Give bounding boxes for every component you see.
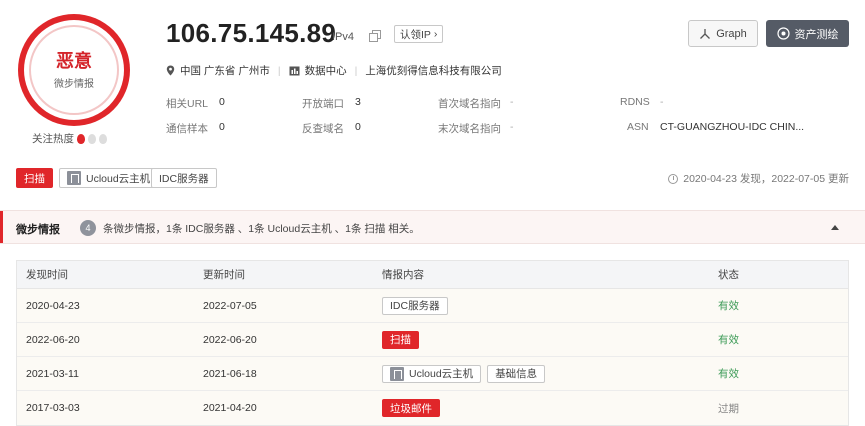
- discovery-dates-text: 2020-04-23 发现，2022-07-05 更新: [683, 173, 849, 185]
- intel-table: 发现时间 更新时间 情报内容 状态 2020-04-23 2022-07-05 …: [16, 260, 849, 426]
- cell-updated: 2021-06-18: [203, 367, 257, 380]
- divider: |: [354, 64, 358, 77]
- cell-found: 2017-03-03: [26, 402, 80, 414]
- cell-found: 2020-04-23: [26, 299, 80, 312]
- ip-version: IPv4: [332, 31, 355, 43]
- stat-related-url: 相关URL 0: [166, 96, 225, 110]
- intel-tag[interactable]: Ucloud云主机: [382, 364, 482, 383]
- stat-first-domain: 首次域名指向 -: [438, 96, 514, 110]
- location-pin-icon: [166, 65, 175, 76]
- table-row: 2021-03-11 2021-06-18 Ucloud云主机 基础信息 有效: [17, 357, 848, 391]
- clock-icon: [668, 173, 679, 184]
- section-title: 微步情报: [16, 224, 60, 236]
- radar-icon: [776, 27, 790, 40]
- ip-address: 106.75.145.89: [166, 18, 337, 48]
- cell-updated: 2022-06-20: [203, 333, 257, 346]
- flame-icon: [99, 133, 107, 144]
- col-updated-time: 更新时间: [203, 269, 245, 281]
- heat-label: 关注热度: [32, 133, 74, 145]
- table-row: 2020-04-23 2022-07-05 IDC服务器 有效: [17, 289, 848, 323]
- divider: |: [277, 64, 281, 77]
- verdict-ring: 恶意 微步情报: [18, 14, 130, 126]
- table-header: 发现时间 更新时间 情报内容 状态: [17, 261, 848, 289]
- copy-icon[interactable]: [369, 30, 381, 42]
- asset-mapping-button[interactable]: 资产测绘: [766, 20, 849, 47]
- threatbook-intel-section[interactable]: 微步情报 4 条微步情报，1条 IDC服务器 、1条 Ucloud云主机 、1条…: [0, 210, 865, 244]
- intel-tag[interactable]: 垃圾邮件: [382, 399, 440, 417]
- graph-icon: [700, 28, 711, 39]
- col-content: 情报内容: [382, 269, 424, 281]
- discovery-dates: 2020-04-23 发现，2022-07-05 更新: [668, 171, 849, 186]
- section-count-badge: 4: [80, 220, 96, 236]
- stat-last-domain: 末次域名指向 -: [438, 121, 514, 135]
- stat-rdns: RDNS -: [620, 96, 664, 108]
- cell-updated: 2021-04-20: [203, 402, 257, 414]
- intel-tag[interactable]: IDC服务器: [382, 296, 448, 315]
- section-accent: [0, 211, 3, 243]
- datacenter-icon: [289, 66, 300, 75]
- tag-ucloud[interactable]: Ucloud云主机: [59, 168, 159, 188]
- bookmark-icon: [390, 366, 404, 381]
- location-type: 数据中心: [304, 65, 347, 77]
- chevron-right-icon: ›: [433, 28, 438, 40]
- cell-content: 扫描: [373, 330, 709, 349]
- location-region: 中国 广东省 广州市: [180, 65, 270, 77]
- location-org: 上海优刻得信息科技有限公司: [365, 65, 502, 77]
- bookmark-icon: [67, 171, 81, 185]
- asset-mapping-label: 资产测绘: [794, 28, 839, 41]
- intel-tag[interactable]: 基础信息: [487, 364, 546, 383]
- col-status: 状态: [718, 269, 739, 281]
- cell-status: 有效: [718, 368, 739, 380]
- flame-icon: [77, 133, 85, 144]
- cell-content: Ucloud云主机 基础信息: [373, 364, 709, 383]
- graph-label: Graph: [716, 27, 747, 40]
- cell-status: 有效: [718, 334, 739, 346]
- stat-comm-samples: 通信样本 0: [166, 121, 225, 135]
- stat-asn: ASN CT-GUANGZHOU-IDC CHIN...: [627, 121, 805, 133]
- stat-reverse-domain: 反查域名 0: [302, 121, 361, 135]
- table-row: 2022-06-20 2022-06-20 扫描 有效: [17, 323, 848, 357]
- verdict-core: 恶意 微步情报: [29, 25, 119, 115]
- verdict-source: 微步情报: [54, 79, 94, 90]
- cell-status: 有效: [718, 300, 739, 312]
- cell-status: 过期: [718, 402, 739, 415]
- tag-ucloud-label: Ucloud云主机: [86, 172, 151, 185]
- collapse-caret-icon[interactable]: [831, 225, 839, 230]
- attention-heat: 关注热度: [32, 131, 107, 146]
- tag-scan[interactable]: 扫描: [16, 168, 53, 188]
- cell-content: IDC服务器: [373, 296, 709, 315]
- claim-ip-label: 认领IP: [400, 28, 431, 41]
- flame-icon: [88, 133, 96, 144]
- tag-idc[interactable]: IDC服务器: [151, 168, 217, 188]
- verdict-inner: 恶意 微步情报: [24, 20, 124, 120]
- intel-tag-label: Ucloud云主机: [409, 368, 474, 380]
- claim-ip-button[interactable]: 认领IP ›: [394, 25, 444, 43]
- stat-open-ports: 开放端口 3: [302, 96, 361, 110]
- table-row: 2017-03-03 2021-04-20 垃圾邮件 过期: [17, 391, 848, 425]
- intel-tag[interactable]: 扫描: [382, 330, 419, 349]
- cell-updated: 2022-07-05: [203, 299, 257, 312]
- location-line: 中国 广东省 广州市 | 数据中心 | 上海优刻得信息科技有限公司: [166, 63, 502, 78]
- graph-button[interactable]: Graph: [688, 20, 758, 47]
- cell-found: 2022-06-20: [26, 333, 80, 346]
- section-summary: 条微步情报，1条 IDC服务器 、1条 Ucloud云主机 、1条 扫描 相关。: [103, 223, 420, 235]
- verdict-title: 恶意: [56, 51, 92, 71]
- cell-found: 2021-03-11: [26, 367, 79, 380]
- cell-content: 垃圾邮件: [373, 399, 709, 417]
- col-found-time: 发现时间: [26, 269, 68, 281]
